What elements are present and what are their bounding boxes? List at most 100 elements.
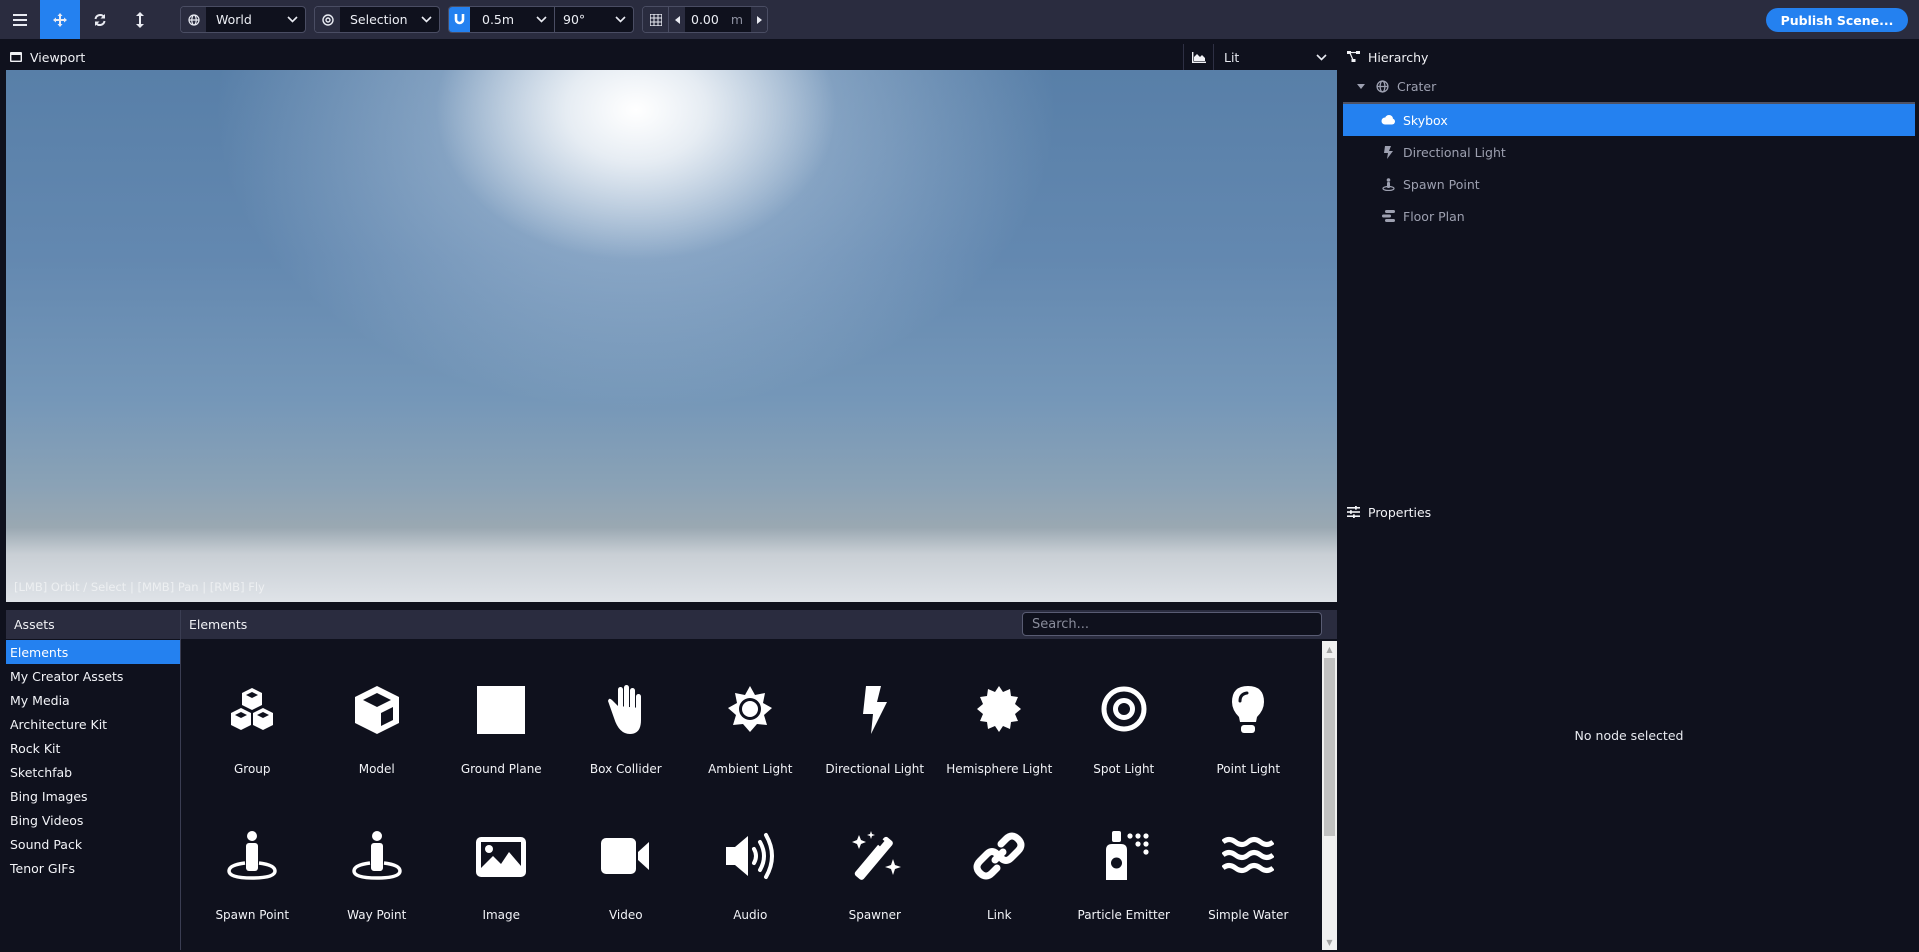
grid-toggle-button[interactable] [643, 7, 668, 32]
viewport-canvas[interactable]: [LMB] Orbit / Select | [MMB] Pan | [RMB]… [6, 70, 1337, 602]
tree-node-skybox[interactable]: Skybox [1343, 104, 1915, 136]
assets-item-bing-videos[interactable]: Bing Videos [6, 808, 180, 832]
grid-increment-button[interactable] [751, 7, 767, 32]
tree-node-label: Crater [1397, 78, 1437, 94]
grid-icon [649, 13, 662, 26]
viewport-header: Viewport [0, 44, 1337, 70]
elements-search-input[interactable] [1022, 612, 1322, 636]
sliders-icon [1347, 506, 1360, 518]
element-label: Spawn Point [215, 908, 290, 922]
scroll-up-arrow[interactable]: ▲ [1322, 641, 1337, 657]
element-tile-box-collider[interactable]: Box Collider [564, 660, 689, 806]
assets-item-sketchfab[interactable]: Sketchfab [6, 760, 180, 784]
assets-list: Elements My Creator Assets My Media Arch… [6, 640, 180, 880]
element-tile-group[interactable]: Group [190, 660, 315, 806]
assets-item-my-media[interactable]: My Media [6, 688, 180, 712]
snap-toggle-button[interactable] [449, 7, 470, 32]
elements-grid: Group Model Ground Plane Box Collider Am… [190, 660, 1310, 952]
element-tile-simple-water[interactable]: Simple Water [1186, 806, 1311, 952]
move-tool-button[interactable] [40, 0, 80, 39]
bolt-icon [1383, 145, 1393, 159]
hierarchy-title: Hierarchy [1368, 49, 1429, 65]
translate-snap-dropdown[interactable]: 0.5m [470, 7, 554, 32]
element-tile-particle-emitter[interactable]: Particle Emitter [1062, 806, 1187, 952]
element-tile-point-light[interactable]: Point Light [1186, 660, 1311, 806]
tree-node-directional-light[interactable]: Directional Light [1343, 136, 1915, 168]
caret-right-icon [756, 15, 762, 24]
element-tile-spawn-point[interactable]: Spawn Point [190, 806, 315, 952]
assets-header: Assets [6, 610, 180, 639]
render-stats-button[interactable] [1184, 44, 1214, 70]
tree-node-floor-plan[interactable]: Floor Plan [1343, 200, 1915, 232]
hand-icon [607, 685, 641, 734]
cube-icon [354, 686, 399, 734]
element-tile-video[interactable]: Video [564, 806, 689, 952]
person-ring-icon [227, 831, 278, 880]
element-label: Group [233, 762, 271, 776]
chevron-down-icon [1315, 53, 1327, 61]
grid-decrement-button[interactable] [669, 7, 685, 32]
area-chart-icon [1191, 51, 1206, 63]
floor-plan-icon [1381, 210, 1395, 222]
assets-item-elements[interactable]: Elements [6, 640, 180, 664]
element-label: Ground Plane [460, 762, 542, 776]
translate-snap-value: 0.5m [482, 12, 515, 27]
assets-item-rock-kit[interactable]: Rock Kit [6, 736, 180, 760]
assets-item-architecture-kit[interactable]: Architecture Kit [6, 712, 180, 736]
tree-node-crater[interactable]: Crater [1343, 70, 1915, 102]
tree-node-label: Directional Light [1403, 144, 1506, 160]
chevron-down-icon [535, 16, 547, 23]
viewport-controls-hint: [LMB] Orbit / Select | [MMB] Pan | [RMB]… [14, 580, 265, 594]
assets-item-bing-images[interactable]: Bing Images [6, 784, 180, 808]
assets-item-sound-pack[interactable]: Sound Pack [6, 832, 180, 856]
element-tile-spawner[interactable]: Spawner [813, 806, 938, 952]
target-icon [321, 13, 334, 26]
caret-left-icon [674, 15, 680, 24]
elements-scrollbar[interactable]: ▲ ▼ [1322, 641, 1337, 950]
scroll-down-arrow[interactable]: ▼ [1322, 934, 1337, 950]
element-tile-model[interactable]: Model [315, 660, 440, 806]
publish-scene-button[interactable]: Publish Scene... [1766, 8, 1908, 32]
element-tile-audio[interactable]: Audio [688, 806, 813, 952]
element-label: Spawner [848, 908, 901, 922]
element-tile-spot-light[interactable]: Spot Light [1062, 660, 1187, 806]
magnet-icon [454, 14, 465, 25]
no-selection-message: No node selected [1574, 728, 1684, 743]
grid-size-value: 0.00 [691, 12, 719, 27]
element-tile-way-point[interactable]: Way Point [315, 806, 440, 952]
globe-icon [187, 13, 200, 26]
rotate-tool-button[interactable] [80, 0, 120, 39]
tree-node-label: Skybox [1403, 112, 1448, 128]
render-mode-value: Lit [1224, 49, 1240, 65]
element-tile-hemisphere-light[interactable]: Hemisphere Light [937, 660, 1062, 806]
element-tile-link[interactable]: Link [937, 806, 1062, 952]
menu-button[interactable] [0, 0, 40, 39]
tree-node-spawn-point[interactable]: Spawn Point [1343, 168, 1915, 200]
assets-item-my-creator-assets[interactable]: My Creator Assets [6, 664, 180, 688]
element-label: Simple Water [1208, 908, 1289, 922]
rotate-snap-dropdown[interactable]: 90° [555, 7, 633, 32]
expand-toggle[interactable] [1355, 83, 1367, 89]
assets-item-tenor-gifs[interactable]: Tenor GIFs [6, 856, 180, 880]
viewport-title: Viewport [30, 49, 86, 65]
element-tile-image[interactable]: Image [439, 806, 564, 952]
element-tile-directional-light[interactable]: Directional Light [813, 660, 938, 806]
coordinate-space-value: World [216, 12, 252, 27]
scale-tool-button[interactable] [120, 0, 160, 39]
pivot-dropdown[interactable]: Selection [314, 6, 440, 33]
volume-icon [726, 833, 775, 879]
scrollbar-thumb[interactable] [1324, 658, 1335, 836]
lightbulb-icon [1232, 686, 1265, 733]
chevron-down-icon [614, 16, 626, 23]
tree-node-label: Spawn Point [1403, 176, 1480, 192]
grid-size-input[interactable]: 0.00 m [685, 7, 751, 32]
water-icon [1222, 837, 1275, 873]
render-mode-dropdown[interactable]: Lit [1183, 44, 1334, 70]
person-ring-icon [351, 831, 402, 880]
element-tile-ground-plane[interactable]: Ground Plane [439, 660, 564, 806]
sun-icon [728, 686, 773, 732]
element-tile-ambient-light[interactable]: Ambient Light [688, 660, 813, 806]
coordinate-space-dropdown[interactable]: World [180, 6, 306, 33]
spray-can-icon [1105, 831, 1149, 880]
snap-group: 0.5m 90° [448, 6, 634, 33]
